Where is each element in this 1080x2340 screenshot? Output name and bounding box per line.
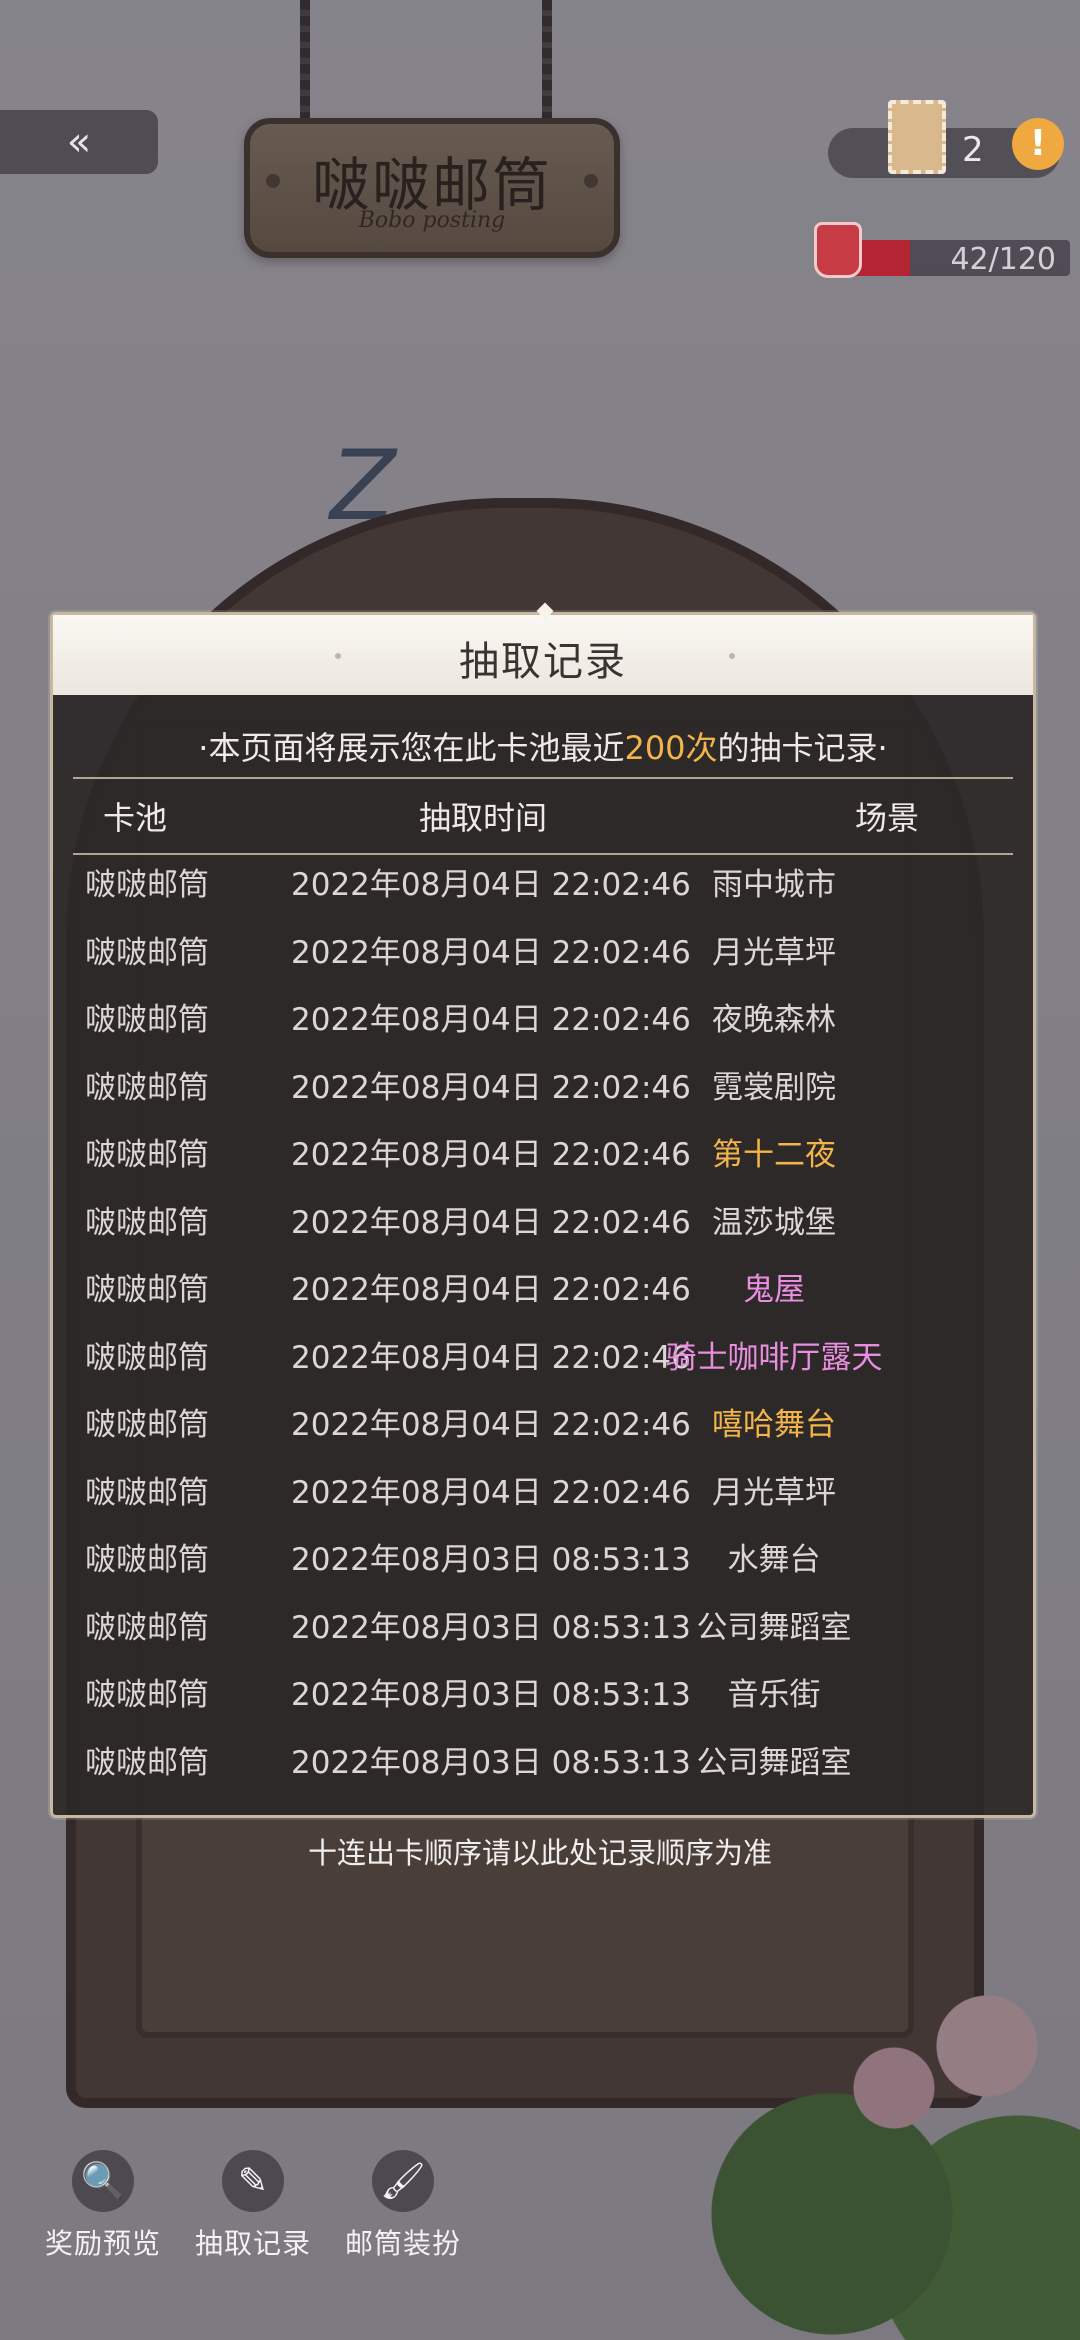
cell-pool: 啵啵邮筒 [85, 867, 209, 903]
nav-label: 邮筒装扮 [344, 2227, 461, 2260]
draw-record-dialog: 抽取记录 ·本页面将展示您在此卡池最近200次的抽卡记录· 卡池 抽取时间 场景… [50, 602, 1036, 1818]
dialog-header: 抽取记录 [53, 602, 1033, 695]
cell-scene: 月光草坪 [712, 934, 836, 971]
cell-pool: 啵啵邮筒 [85, 1002, 209, 1038]
table-row: 啵啵邮筒 2022年08月04日 22:02:46 夜晚森林 [53, 982, 1033, 1050]
column-header-time: 抽取时间 [419, 799, 548, 837]
cell-scene: 雨中城市 [712, 867, 836, 903]
cell-scene: 水舞台 [727, 1542, 821, 1578]
stamp-count: 2 [962, 130, 984, 170]
cell-pool: 啵啵邮筒 [85, 1542, 209, 1578]
dialog-footer-note: 十连出卡顺序请以此处记录顺序为准 [307, 1836, 772, 1870]
energy-text: 42/120 [950, 242, 1056, 276]
table-row: 啵啵邮筒 2022年08月03日 08:53:13 音乐街 [53, 1657, 1033, 1725]
cell-pool: 啵啵邮筒 [85, 934, 209, 971]
bottom-nav: 🔍 奖励预览 ✎ 抽取记录 🖌 邮筒装扮 [28, 2150, 478, 2262]
cell-pool: 啵啵邮筒 [85, 1474, 209, 1511]
cell-scene: 鬼屋 [743, 1272, 805, 1308]
nav-item-record[interactable]: ✎ 抽取记录 [178, 2150, 328, 2262]
record-list[interactable]: 啵啵邮筒 2022年08月04日 22:02:46 雨中城市 啵啵邮筒 2022年08月… [53, 847, 1033, 1792]
header-divider-top [73, 777, 1013, 779]
table-row: 啵啵邮筒 2022年08月04日 22:02:46 霓裳剧院 [53, 1050, 1033, 1118]
table-row: 啵啵邮筒 2022年08月04日 22:02:46 骑士咖啡厅露天 [53, 1320, 1033, 1388]
cell-scene: 嘻哈舞台 [712, 1407, 836, 1443]
nav-item-brush[interactable]: 🖌 邮筒装扮 [328, 2150, 478, 2262]
table-row: 啵啵邮筒 2022年08月03日 08:53:13 公司舞蹈室 [53, 1725, 1033, 1793]
alert-icon[interactable]: ! [1012, 118, 1064, 170]
column-header-pool: 卡池 [103, 799, 168, 837]
search-icon: 🔍 [72, 2150, 134, 2212]
stamp-icon [888, 100, 946, 174]
cell-scene: 公司舞蹈室 [696, 1744, 852, 1781]
cell-pool: 啵啵邮筒 [85, 1069, 209, 1106]
cell-scene: 夜晚森林 [712, 1002, 836, 1038]
table-row: 啵啵邮筒 2022年08月03日 08:53:13 水舞台 [53, 1522, 1033, 1590]
cell-pool: 啵啵邮筒 [85, 1272, 209, 1308]
dialog-title: 抽取记录 [459, 639, 627, 685]
notice-highlight: 200次 [624, 729, 718, 767]
cell-scene: 公司舞蹈室 [696, 1609, 852, 1646]
notice-before: ·本页面将展示您在此卡池最近 [198, 729, 625, 767]
cell-pool: 啵啵邮筒 [85, 1744, 209, 1781]
drink-icon [814, 222, 862, 278]
table-row: 啵啵邮筒 2022年08月03日 08:53:13 公司舞蹈室 [53, 1590, 1033, 1658]
nav-label: 奖励预览 [44, 2227, 161, 2260]
back-button[interactable]: « [0, 110, 158, 174]
cell-scene: 第十二夜 [712, 1137, 836, 1173]
table-row: 啵啵邮筒 2022年08月04日 22:02:46 月光草坪 [53, 1455, 1033, 1523]
table-row: 啵啵邮筒 2022年08月04日 22:02:46 鬼屋 [53, 1252, 1033, 1320]
notice-after: 的抽卡记录· [717, 729, 888, 767]
cell-scene: 月光草坪 [712, 1474, 836, 1511]
table-row: 啵啵邮筒 2022年08月04日 22:02:46 嘻哈舞台 [53, 1387, 1033, 1455]
dialog-notice: ·本页面将展示您在此卡池最近200次的抽卡记录· [53, 723, 1033, 769]
nav-label: 抽取记录 [194, 2227, 311, 2260]
table-row: 啵啵邮筒 2022年08月04日 22:02:46 雨中城市 [53, 847, 1033, 915]
column-header-scene: 场景 [855, 799, 920, 837]
table-row: 啵啵邮筒 2022年08月04日 22:02:46 第十二夜 [53, 1117, 1033, 1185]
nav-item-search[interactable]: 🔍 奖励预览 [28, 2150, 178, 2262]
cell-pool: 啵啵邮筒 [85, 1407, 209, 1443]
brush-icon: 🖌 [372, 2150, 434, 2212]
cell-pool: 啵啵邮筒 [85, 1339, 209, 1376]
table-row: 啵啵邮筒 2022年08月04日 22:02:46 月光草坪 [53, 915, 1033, 983]
cell-pool: 啵啵邮筒 [85, 1137, 209, 1173]
table-row: 啵啵邮筒 2022年08月04日 22:02:46 温莎城堡 [53, 1185, 1033, 1253]
cell-pool: 啵啵邮筒 [85, 1677, 209, 1713]
cell-scene: 音乐街 [727, 1677, 821, 1713]
cell-pool: 啵啵邮筒 [85, 1204, 209, 1241]
cell-scene: 温莎城堡 [712, 1204, 836, 1241]
record-icon: ✎ [222, 2150, 284, 2212]
cell-scene: 骑士咖啡厅露天 [665, 1339, 883, 1376]
back-arrow-icon: « [66, 119, 92, 165]
cell-pool: 啵啵邮筒 [85, 1609, 209, 1646]
cell-scene: 霓裳剧院 [712, 1069, 836, 1106]
